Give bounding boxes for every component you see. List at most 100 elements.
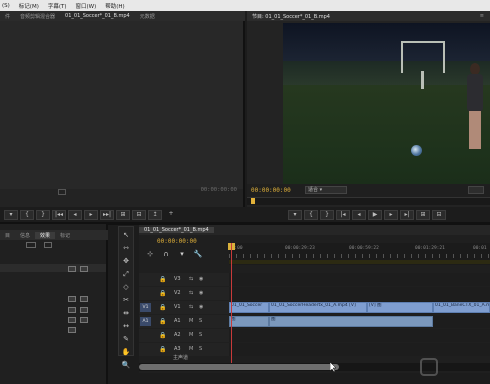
menu-item-title[interactable]: 字幕(T) bbox=[48, 2, 67, 10]
go-to-out-button[interactable]: ▸▸| bbox=[100, 210, 114, 220]
sync-lock-icon[interactable]: ⇆ bbox=[189, 290, 193, 296]
program-marker-button[interactable]: ▾ bbox=[288, 210, 302, 220]
razor-tool-icon[interactable]: ✂ bbox=[120, 295, 132, 305]
nest-icon[interactable]: ⊹ bbox=[145, 250, 155, 259]
panel-menu-icon[interactable]: ≡ bbox=[480, 13, 484, 19]
source-patch-a1[interactable]: A1 bbox=[140, 317, 151, 326]
lock-icon[interactable]: 🔒 bbox=[159, 332, 166, 339]
audio-clip[interactable]: 图 bbox=[229, 316, 269, 327]
list-item[interactable] bbox=[0, 317, 106, 324]
list-item[interactable] bbox=[0, 296, 106, 303]
menu-item-marker[interactable]: 标记(M) bbox=[19, 2, 39, 10]
mark-out-button[interactable]: } bbox=[36, 210, 50, 220]
mute-icon[interactable]: M bbox=[189, 332, 193, 338]
snap-icon[interactable]: ∩ bbox=[161, 250, 171, 259]
timeline-scroll-thumb[interactable] bbox=[139, 364, 339, 370]
list-item[interactable] bbox=[0, 266, 106, 273]
add-button-icon[interactable]: + bbox=[164, 210, 178, 220]
resolution-select[interactable] bbox=[468, 186, 484, 194]
video-clip[interactable]: 01_01_SoccerHeadertx_01_A.mp4 [V] bbox=[269, 302, 367, 313]
program-step-back-button[interactable]: ◂ bbox=[352, 210, 366, 220]
track-body[interactable] bbox=[229, 343, 490, 356]
wrench-icon[interactable]: 🔧 bbox=[193, 250, 203, 259]
timeline-timecode[interactable]: 00:00:00:00 bbox=[157, 238, 197, 245]
tab-effects[interactable]: 效果 bbox=[35, 231, 56, 239]
source-patch-v1[interactable]: V1 bbox=[140, 303, 151, 312]
list-item[interactable] bbox=[0, 307, 106, 314]
safe-margin-icon[interactable] bbox=[58, 189, 66, 195]
lock-icon[interactable]: 🔒 bbox=[159, 290, 166, 297]
bin-icon[interactable] bbox=[44, 242, 52, 248]
video-clip[interactable]: 01_01_Soccer bbox=[229, 302, 269, 313]
selection-tool-icon[interactable]: ↖ bbox=[120, 230, 132, 240]
solo-icon[interactable]: S bbox=[199, 318, 202, 324]
track-select-tool-icon[interactable]: ⇿ bbox=[120, 243, 132, 253]
tab-metadata[interactable]: 元数据 bbox=[135, 13, 160, 20]
menu-item-sequence[interactable]: (S) bbox=[2, 3, 10, 9]
track-body[interactable]: 01_01_Soccer 01_01_SoccerHeadertx_01_A.m… bbox=[229, 301, 490, 314]
tab-source-clip[interactable]: 01_01_Soccer*_01_B.mp4 bbox=[60, 13, 135, 19]
tab-project[interactable]: 目 bbox=[0, 232, 15, 239]
lift-button[interactable]: ⊞ bbox=[416, 210, 430, 220]
tab-audio-mixer[interactable]: 音频剪辑混合器 bbox=[15, 13, 60, 20]
program-go-out-button[interactable]: ▸| bbox=[400, 210, 414, 220]
track-body[interactable]: 图 图 bbox=[229, 315, 490, 328]
program-mark-in-button[interactable]: { bbox=[304, 210, 318, 220]
play-button[interactable]: ▸ bbox=[84, 210, 98, 220]
go-to-in-button[interactable]: |◂◂ bbox=[52, 210, 66, 220]
hand-tool-icon[interactable]: ✋ bbox=[120, 347, 132, 357]
mark-in-button[interactable]: { bbox=[20, 210, 34, 220]
fit-select[interactable]: 适合 ▾ bbox=[305, 186, 347, 194]
menu-item-help[interactable]: 帮助(H) bbox=[105, 2, 124, 10]
mute-icon[interactable]: M bbox=[189, 346, 193, 352]
eye-icon[interactable]: ◉ bbox=[199, 290, 203, 296]
sync-lock-icon[interactable]: ⇆ bbox=[189, 304, 193, 310]
track-body[interactable] bbox=[229, 329, 490, 342]
program-play-button[interactable]: ▶ bbox=[368, 210, 382, 220]
audio-clip[interactable]: 图 bbox=[269, 316, 433, 327]
slip-tool-icon[interactable]: ⇹ bbox=[120, 308, 132, 318]
overwrite-button[interactable]: ⊟ bbox=[132, 210, 146, 220]
tab-info[interactable]: 信息 bbox=[15, 232, 35, 239]
work-area-bar[interactable] bbox=[229, 260, 490, 264]
program-mini-timeline[interactable] bbox=[247, 197, 490, 205]
tab-markers[interactable]: 标记 bbox=[55, 232, 75, 239]
program-mark-out-button[interactable]: } bbox=[320, 210, 334, 220]
program-step-forward-button[interactable]: ▸ bbox=[384, 210, 398, 220]
video-clip[interactable]: 01_01_BaneCTX_01_A.mp4 bbox=[433, 302, 490, 313]
lock-icon[interactable]: 🔒 bbox=[159, 318, 166, 325]
zoom-tool-icon[interactable]: 🔍 bbox=[120, 360, 132, 370]
add-marker-button[interactable]: ▾ bbox=[4, 210, 18, 220]
slide-tool-icon[interactable]: ↔ bbox=[120, 321, 132, 331]
lock-icon[interactable]: 🔒 bbox=[159, 346, 166, 353]
rate-stretch-tool-icon[interactable]: ⤢ bbox=[120, 269, 132, 279]
program-playhead[interactable] bbox=[251, 198, 255, 204]
tab-file[interactable]: 件 bbox=[0, 13, 15, 20]
eye-icon[interactable]: ◉ bbox=[199, 304, 203, 310]
sync-lock-icon[interactable]: ⇆ bbox=[189, 276, 193, 282]
export-frame-button[interactable]: ↥ bbox=[148, 210, 162, 220]
timeline-ruler[interactable]: 00:00 00:00:29:23 00:00:59:22 00:01:29:2… bbox=[229, 243, 490, 265]
eye-icon[interactable]: ◉ bbox=[199, 276, 203, 282]
lock-icon[interactable]: 🔒 bbox=[159, 276, 166, 283]
tab-sequence[interactable]: 01_01_Soccer*_01_B.mp4 bbox=[139, 227, 214, 233]
mute-icon[interactable]: M bbox=[189, 318, 193, 324]
solo-icon[interactable]: S bbox=[199, 332, 202, 338]
track-body[interactable] bbox=[229, 273, 490, 286]
ripple-edit-tool-icon[interactable]: ✥ bbox=[120, 256, 132, 266]
step-back-button[interactable]: ◂ bbox=[68, 210, 82, 220]
add-marker-icon[interactable]: ▾ bbox=[177, 250, 187, 259]
rolling-edit-tool-icon[interactable]: ◇ bbox=[120, 282, 132, 292]
lock-icon[interactable]: 🔒 bbox=[159, 304, 166, 311]
list-item[interactable] bbox=[0, 327, 106, 334]
pen-tool-icon[interactable]: ✎ bbox=[120, 334, 132, 344]
search-icon[interactable] bbox=[26, 242, 36, 248]
extract-button[interactable]: ⊟ bbox=[432, 210, 446, 220]
program-go-in-button[interactable]: |◂ bbox=[336, 210, 350, 220]
video-clip[interactable]: [V] 图 bbox=[367, 302, 433, 313]
track-body[interactable] bbox=[229, 287, 490, 300]
solo-icon[interactable]: S bbox=[199, 346, 202, 352]
tab-program[interactable]: 节目: 01_01_Soccer*_01_B.mp4 bbox=[247, 13, 335, 20]
insert-button[interactable]: ⊞ bbox=[116, 210, 130, 220]
menu-item-window[interactable]: 窗口(W) bbox=[76, 2, 97, 10]
